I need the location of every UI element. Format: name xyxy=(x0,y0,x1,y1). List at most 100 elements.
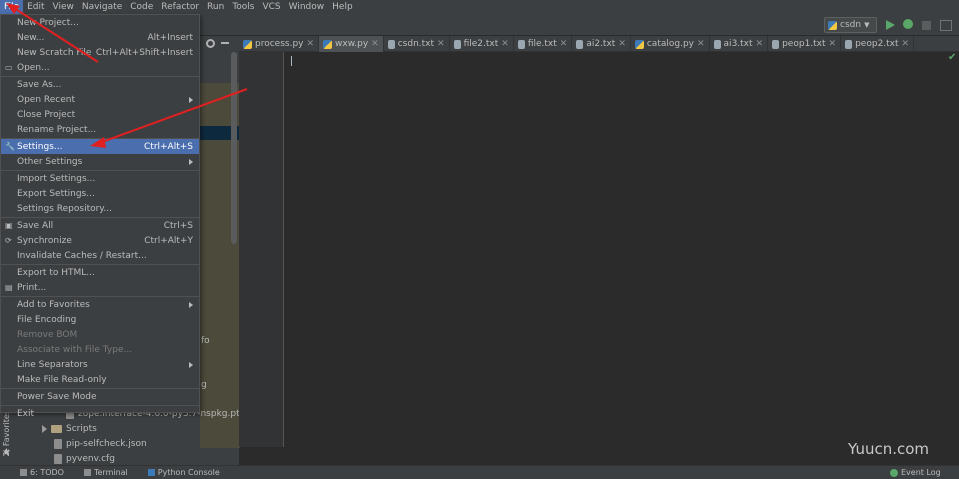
debug-icon[interactable] xyxy=(903,19,913,29)
menu-item-new[interactable]: New... Alt+Insert xyxy=(1,30,199,45)
menu-window[interactable]: Window xyxy=(285,0,329,14)
tree-item-scripts[interactable]: Scripts xyxy=(42,422,97,436)
project-panel-header xyxy=(200,36,239,50)
event-log-tool-tab[interactable]: Event Log xyxy=(890,468,941,477)
run-configuration-label: csdn xyxy=(840,20,862,30)
menu-code[interactable]: Code xyxy=(126,0,157,14)
menu-item-add-to-favorites[interactable]: Add to Favorites xyxy=(1,297,199,312)
layout-icon[interactable] xyxy=(940,20,952,31)
hide-panel-icon[interactable] xyxy=(221,42,229,44)
menu-item-exit[interactable]: Exit xyxy=(1,406,199,421)
close-icon[interactable]: ✕ xyxy=(902,39,910,49)
menu-item-synchronize[interactable]: ⟳ Synchronize Ctrl+Alt+Y xyxy=(1,233,199,248)
menu-item-label: New Scratch File xyxy=(17,47,92,58)
editor-tab[interactable]: file.txt ✕ xyxy=(514,36,573,52)
menu-vcs[interactable]: VCS xyxy=(258,0,284,14)
menu-item-label: Associate with File Type... xyxy=(17,344,133,355)
menu-refactor[interactable]: Refactor xyxy=(157,0,203,14)
editor-tab[interactable]: process.py ✕ xyxy=(239,36,320,52)
run-configuration-select[interactable]: csdn ▼ xyxy=(824,17,877,33)
menu-item-close-project[interactable]: Close Project xyxy=(1,107,199,122)
tab-label: file.txt xyxy=(527,39,557,49)
menu-item-label: Other Settings xyxy=(17,156,83,167)
editor-tab[interactable]: peop2.txt ✕ xyxy=(841,36,915,52)
close-icon[interactable]: ✕ xyxy=(618,39,626,49)
menu-item-power-save-mode[interactable]: Power Save Mode xyxy=(1,389,199,404)
code-editor[interactable] xyxy=(285,52,959,447)
menu-item-shortcut: Ctrl+Alt+S xyxy=(144,141,193,152)
close-icon[interactable]: ✕ xyxy=(307,39,315,49)
python-icon xyxy=(828,20,837,30)
menu-item-import-settings[interactable]: Import Settings... xyxy=(1,171,199,186)
expand-arrow-icon[interactable] xyxy=(42,425,47,433)
menu-item-new-project[interactable]: New Project... xyxy=(1,15,199,30)
menu-item-export-to-html[interactable]: Export to HTML... xyxy=(1,265,199,280)
menu-item-make-file-read-only[interactable]: Make File Read-only xyxy=(1,372,199,387)
menu-item-label: Add to Favorites xyxy=(17,299,90,310)
print-icon: ▤ xyxy=(5,282,13,292)
editor-tab[interactable]: catalog.py ✕ xyxy=(631,36,710,52)
editor-tab[interactable]: peop1.txt ✕ xyxy=(768,36,842,52)
menu-help[interactable]: Help xyxy=(328,0,357,14)
menu-item-shortcut: Ctrl+Alt+Shift+Insert xyxy=(95,47,193,58)
menu-item-settings-repository[interactable]: Settings Repository... xyxy=(1,201,199,216)
menu-view[interactable]: View xyxy=(49,0,78,14)
tree-item-label: pip-selfcheck.json xyxy=(66,439,147,449)
menu-item-settings[interactable]: 🔧 Settings... Ctrl+Alt+S xyxy=(1,139,199,154)
menu-item-new-scratch-file[interactable]: New Scratch File Ctrl+Alt+Shift+Insert xyxy=(1,45,199,60)
menu-item-other-settings[interactable]: Other Settings xyxy=(1,154,199,169)
terminal-tool-tab[interactable]: Terminal xyxy=(83,468,128,477)
menu-file[interactable]: File xyxy=(0,0,24,14)
file-icon xyxy=(54,439,62,449)
python-file-icon xyxy=(634,39,644,49)
text-caret xyxy=(291,56,292,66)
tree-item[interactable]: pip-selfcheck.json xyxy=(54,437,147,451)
menu-navigate[interactable]: Navigate xyxy=(78,0,126,14)
menu-item-shortcut: Ctrl+Alt+Y xyxy=(144,235,193,246)
run-icon[interactable] xyxy=(886,20,895,30)
todo-label: 6: TODO xyxy=(30,468,64,477)
menu-run[interactable]: Run xyxy=(203,0,228,14)
editor-tab[interactable]: file2.txt ✕ xyxy=(450,36,514,52)
menu-item-save-all[interactable]: ▣ Save All Ctrl+S xyxy=(1,218,199,233)
folder-icon xyxy=(51,425,62,433)
menu-item-rename-project[interactable]: Rename Project... xyxy=(1,122,199,137)
close-icon[interactable]: ✕ xyxy=(437,39,445,49)
editor-tab[interactable]: csdn.txt ✕ xyxy=(384,36,450,52)
stop-icon[interactable] xyxy=(922,21,931,30)
status-bar: 6: TODO Terminal Python Console Event Lo… xyxy=(0,465,959,479)
python-console-label: Python Console xyxy=(157,468,220,477)
menu-item-file-encoding[interactable]: File Encoding xyxy=(1,312,199,327)
menu-item-line-separators[interactable]: Line Separators xyxy=(1,357,199,372)
project-scrollbar[interactable] xyxy=(231,52,237,244)
menu-item-associate-with-file-type[interactable]: Associate with File Type... xyxy=(1,342,199,357)
inspection-ok-icon: ✔ xyxy=(948,52,957,63)
menu-bar: File Edit View Navigate Code Refactor Run Tools… xyxy=(0,0,959,14)
editor-tab[interactable]: wxw.py ✕ xyxy=(319,36,384,52)
close-icon[interactable]: ✕ xyxy=(756,39,764,49)
gear-icon[interactable] xyxy=(206,38,215,48)
menu-item-remove-bom[interactable]: Remove BOM xyxy=(1,327,199,342)
python-console-tool-tab[interactable]: Python Console xyxy=(147,468,220,477)
menu-item-label: Open Recent xyxy=(17,94,76,105)
sync-icon: ⟳ xyxy=(5,235,12,245)
menu-item-invalidate-caches-restart[interactable]: Invalidate Caches / Restart... xyxy=(1,248,199,263)
menu-item-print[interactable]: ▤ Print... xyxy=(1,280,199,295)
editor-tab[interactable]: ai2.txt ✕ xyxy=(572,36,631,52)
menu-item-open-recent[interactable]: Open Recent xyxy=(1,92,199,107)
close-icon[interactable]: ✕ xyxy=(697,39,705,49)
menu-edit[interactable]: Edit xyxy=(23,0,48,14)
editor-tab[interactable]: ai3.txt ✕ xyxy=(710,36,769,52)
close-icon[interactable]: ✕ xyxy=(501,39,509,49)
close-icon[interactable]: ✕ xyxy=(371,39,379,49)
menu-item-open[interactable]: ▭ Open... xyxy=(1,60,199,75)
menu-item-label: Rename Project... xyxy=(17,124,97,135)
tree-item[interactable]: pyvenv.cfg xyxy=(54,452,115,466)
todo-tool-tab[interactable]: 6: TODO xyxy=(20,468,64,477)
menu-item-save-as[interactable]: Save As... xyxy=(1,77,199,92)
menu-tools[interactable]: Tools xyxy=(228,0,258,14)
menu-item-export-settings[interactable]: Export Settings... xyxy=(1,186,199,201)
close-icon[interactable]: ✕ xyxy=(829,39,837,49)
close-icon[interactable]: ✕ xyxy=(560,39,568,49)
wrench-icon: 🔧 xyxy=(5,141,15,151)
